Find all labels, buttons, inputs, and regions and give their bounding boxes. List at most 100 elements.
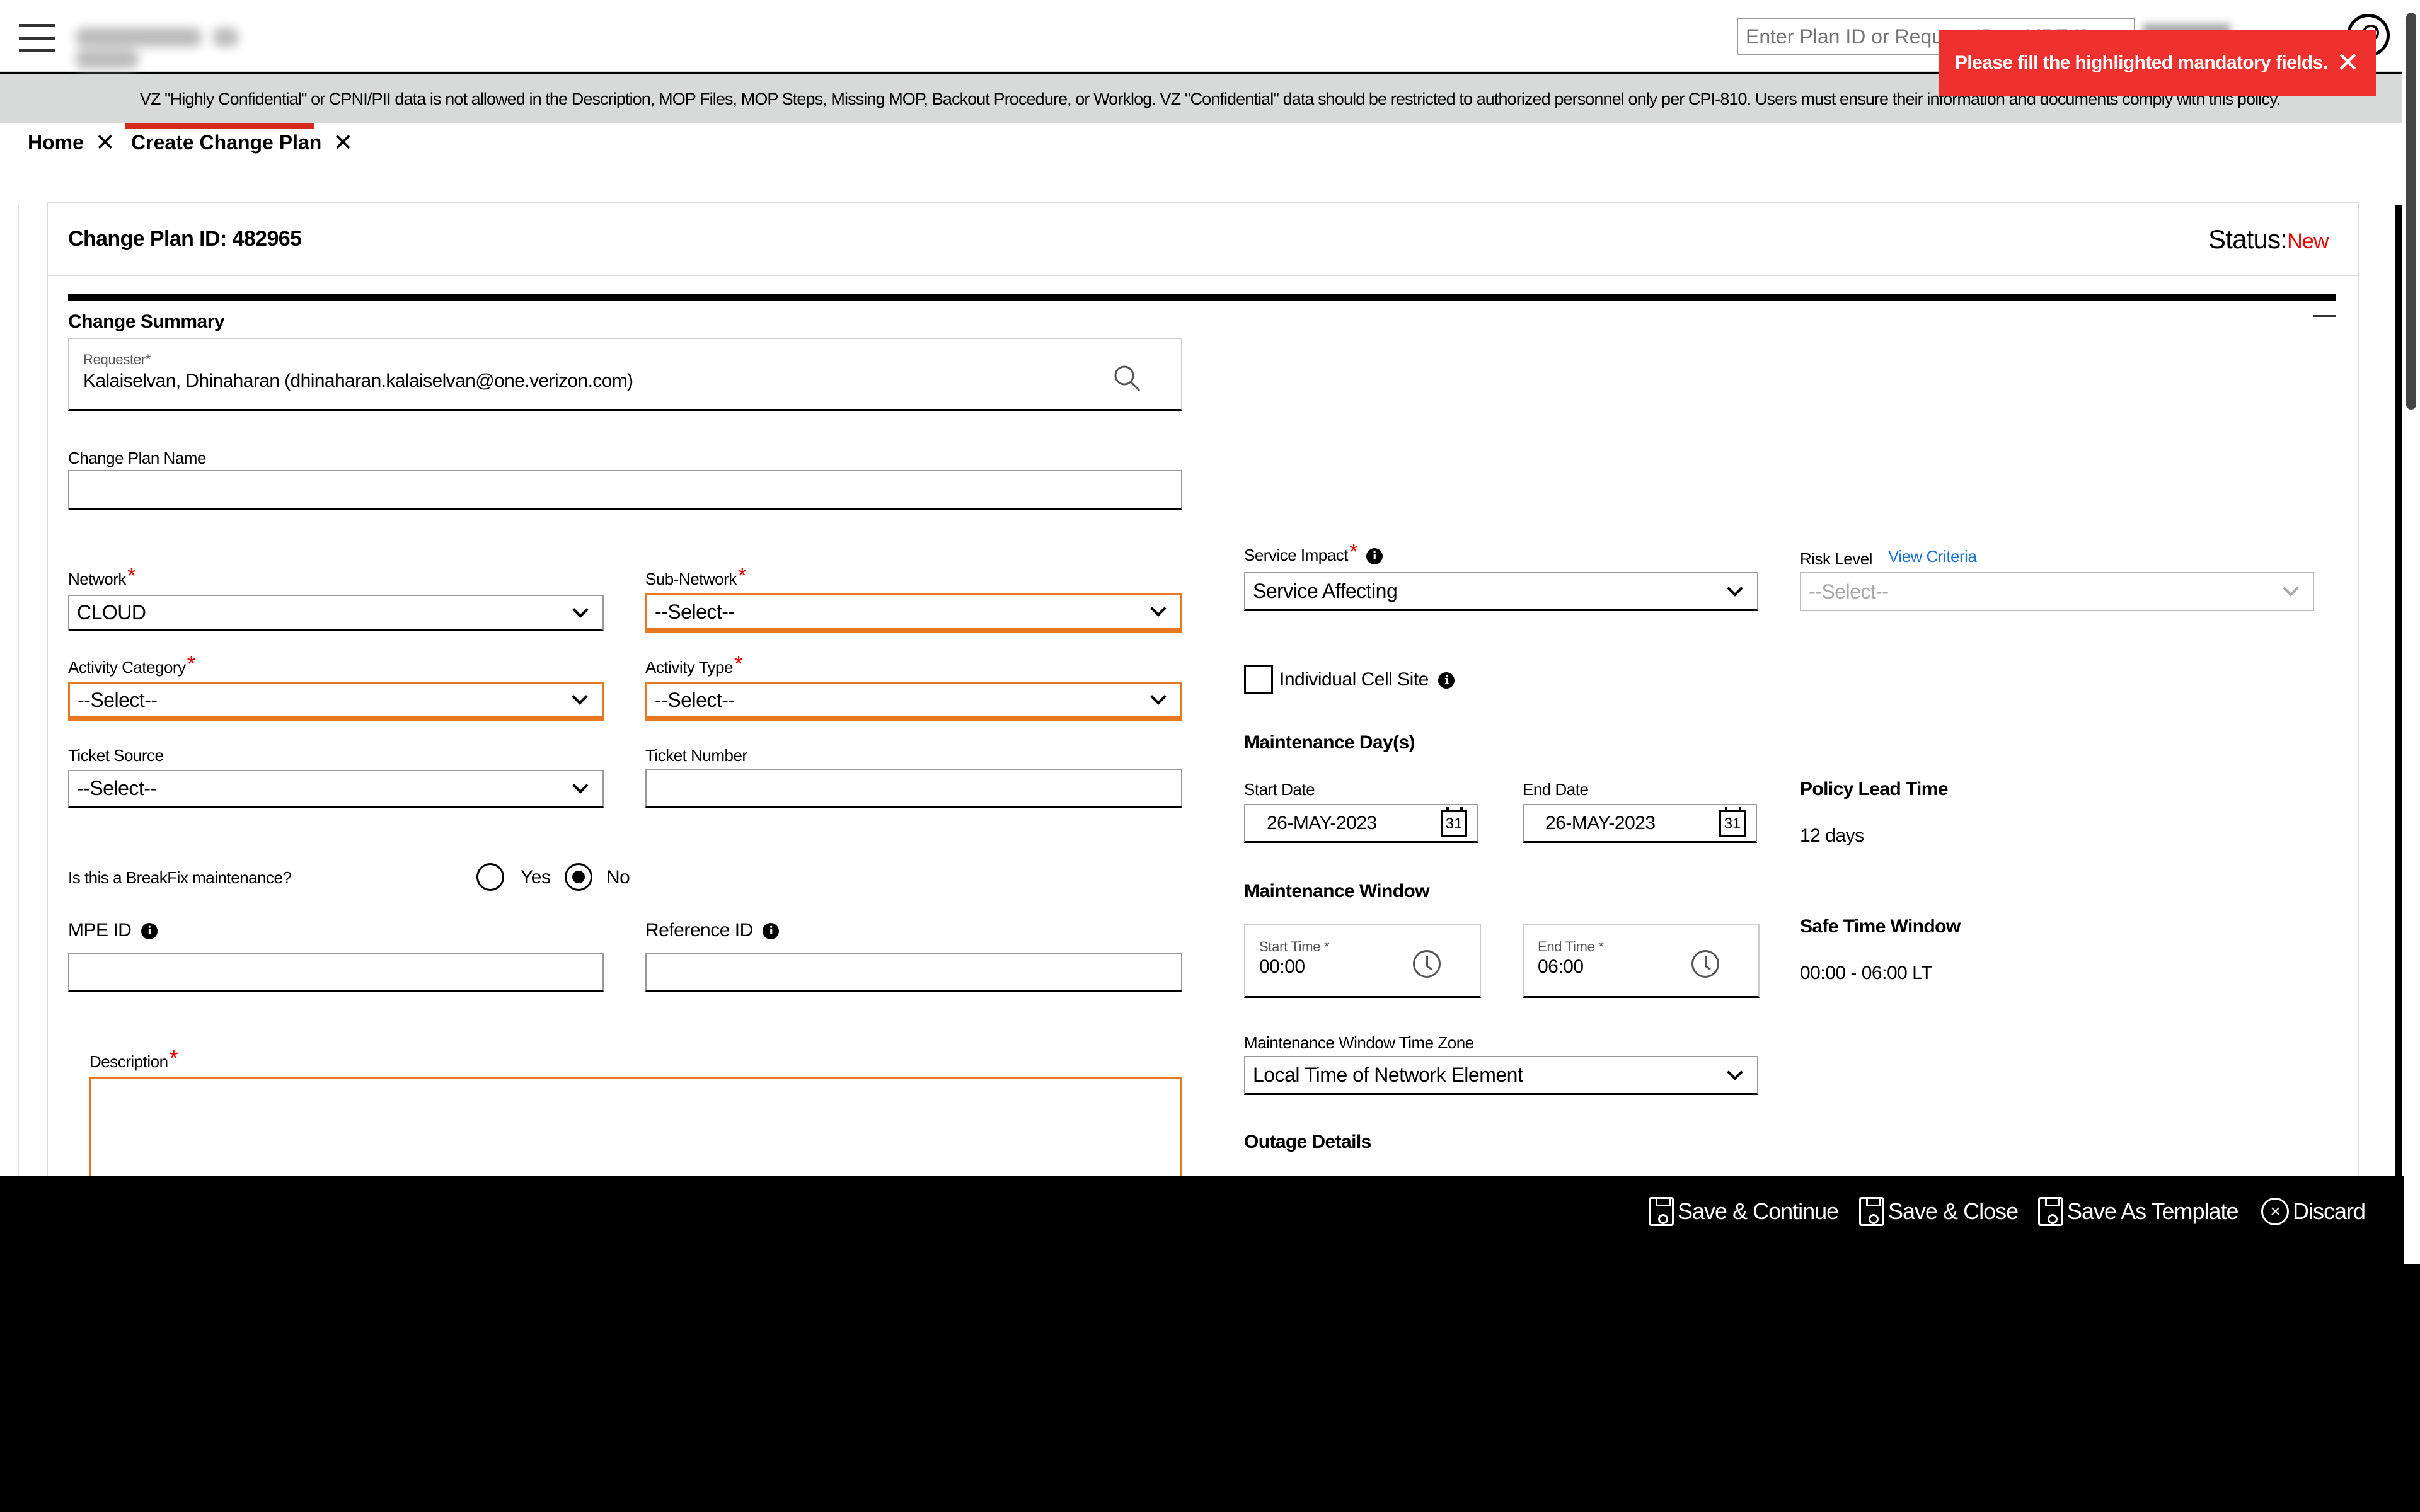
change-plan-name-input[interactable] xyxy=(68,470,1182,510)
save-close-button[interactable]: Save & Close xyxy=(1859,1193,2019,1230)
individual-cell-site-checkbox[interactable] xyxy=(1244,665,1273,694)
calendar-icon[interactable]: 31 xyxy=(1441,806,1467,837)
section-title-change-summary: Change Summary xyxy=(68,311,225,332)
activity-type-label: Activity Type* xyxy=(645,651,743,677)
sub-network-label: Sub-Network* xyxy=(645,563,747,589)
safe-time-window-title: Safe Time Window xyxy=(1800,916,1961,937)
close-icon[interactable]: ✕ xyxy=(333,129,353,157)
policy-lead-time-value: 12 days xyxy=(1800,825,1864,846)
breakfix-question: Is this a BreakFix maintenance? xyxy=(68,868,292,887)
section-divider xyxy=(68,294,2336,301)
start-time-input[interactable]: Start Time * 00:00 xyxy=(1244,924,1481,998)
mpe-id-label: MPE ID i xyxy=(68,920,158,941)
reference-id-label: Reference ID i xyxy=(645,920,780,941)
risk-level-label: Risk Level xyxy=(1800,549,1872,568)
active-tab-indicator xyxy=(125,123,314,129)
chevron-down-icon xyxy=(1150,689,1167,705)
calendar-icon[interactable]: 31 xyxy=(1719,806,1746,837)
activity-category-value: --Select-- xyxy=(78,688,158,711)
start-time-label: Start Time * xyxy=(1259,939,1330,954)
status-value: New xyxy=(2287,229,2329,253)
info-icon[interactable]: i xyxy=(763,923,780,940)
end-date-value: 26-MAY-2023 xyxy=(1545,812,1656,833)
activity-type-select[interactable]: --Select-- xyxy=(645,682,1182,721)
chevron-down-icon xyxy=(1150,600,1167,617)
breakfix-yes-radio[interactable] xyxy=(476,863,504,891)
sub-network-select[interactable]: --Select-- xyxy=(645,593,1182,633)
service-impact-value: Service Affecting xyxy=(1253,580,1398,602)
info-icon[interactable]: i xyxy=(1366,548,1383,565)
save-icon xyxy=(1649,1197,1674,1226)
save-continue-button[interactable]: Save & Continue xyxy=(1649,1193,1839,1230)
activity-category-select[interactable]: --Select-- xyxy=(68,682,604,721)
service-impact-select[interactable]: Service Affecting xyxy=(1244,572,1758,611)
clock-icon[interactable] xyxy=(1413,950,1441,978)
scrollbar-thumb[interactable] xyxy=(2406,13,2416,410)
breakfix-yes-label[interactable]: Yes xyxy=(521,867,551,888)
ticket-source-select[interactable]: --Select-- xyxy=(68,770,604,808)
safe-time-window-value: 00:00 - 06:00 LT xyxy=(1800,963,1932,983)
start-date-input[interactable]: 26-MAY-2023 31 xyxy=(1244,804,1478,843)
network-select[interactable]: CLOUD xyxy=(68,595,604,631)
ticket-source-value: --Select-- xyxy=(77,777,157,799)
chevron-down-icon xyxy=(572,689,588,705)
end-time-value: 06:00 xyxy=(1538,956,1584,977)
discard-icon: × xyxy=(2261,1198,2289,1225)
status-text: Status: xyxy=(2208,224,2288,254)
chevron-down-icon xyxy=(572,601,589,618)
network-label: Network* xyxy=(68,563,136,589)
policy-lead-time-title: Policy Lead Time xyxy=(1800,779,1949,799)
mpe-id-input[interactable] xyxy=(68,953,604,992)
info-icon[interactable]: i xyxy=(1438,672,1455,689)
activity-type-value: --Select-- xyxy=(655,688,735,711)
breakfix-no-radio[interactable] xyxy=(565,863,592,891)
chevron-down-icon xyxy=(1727,580,1743,597)
activity-category-label: Activity Category* xyxy=(68,651,196,677)
save-continue-label: Save & Continue xyxy=(1678,1198,1839,1224)
start-time-value: 00:00 xyxy=(1259,956,1305,977)
save-icon xyxy=(1859,1197,1884,1226)
tab-home-label[interactable]: Home xyxy=(28,131,84,154)
ticket-number-text[interactable] xyxy=(647,770,1181,809)
tab-home[interactable]: Home ✕ xyxy=(28,129,115,157)
brand-logo xyxy=(76,28,309,69)
end-date-input[interactable]: 26-MAY-2023 31 xyxy=(1523,804,1757,843)
description-textarea[interactable] xyxy=(89,1077,1182,1178)
tab-bar xyxy=(0,123,2420,205)
error-toast: Please fill the highlighted mandatory fi… xyxy=(1939,30,2376,96)
network-value: CLOUD xyxy=(77,601,146,624)
breakfix-no-label[interactable]: No xyxy=(606,867,630,888)
ticket-number-input[interactable] xyxy=(645,769,1182,809)
tab-create-change-plan-label[interactable]: Create Change Plan xyxy=(131,131,321,154)
time-zone-select[interactable]: Local Time of Network Element xyxy=(1244,1056,1758,1095)
close-icon[interactable]: ✕ xyxy=(95,129,115,157)
outage-details-title: Outage Details xyxy=(1244,1131,1371,1152)
save-close-label: Save & Close xyxy=(1888,1198,2019,1224)
requester-label: Requester* xyxy=(83,352,151,367)
save-as-template-label: Save As Template xyxy=(2067,1198,2239,1224)
risk-level-select[interactable]: --Select-- xyxy=(1800,572,2314,611)
app-root: ▇▇▇▇▇▇ ▇▇▇▇▇ VZ "Highly Confidential" or… xyxy=(0,0,2420,1512)
close-icon[interactable]: ✕ xyxy=(2336,49,2360,77)
collapse-icon[interactable] xyxy=(2313,315,2336,317)
end-time-input[interactable]: End Time * 06:00 xyxy=(1523,924,1760,998)
time-zone-value: Local Time of Network Element xyxy=(1253,1063,1523,1086)
toast-message: Please fill the highlighted mandatory fi… xyxy=(1955,52,2328,73)
reference-id-input[interactable] xyxy=(645,953,1182,992)
hamburger-icon[interactable] xyxy=(19,24,55,52)
search-icon[interactable] xyxy=(1112,363,1142,393)
change-plan-name-text[interactable] xyxy=(69,471,1181,510)
view-criteria-link[interactable]: View Criteria xyxy=(1888,547,1977,566)
clock-icon[interactable] xyxy=(1691,950,1719,978)
save-as-template-button[interactable]: Save As Template xyxy=(2038,1193,2239,1230)
requester-field[interactable]: Requester* Kalaiselvan, Dhinaharan (dhin… xyxy=(68,338,1182,411)
service-impact-label: Service Impact* i xyxy=(1244,541,1383,565)
ticket-number-label: Ticket Number xyxy=(645,746,747,765)
status-label: Status:New xyxy=(2208,224,2329,255)
tab-create-change-plan[interactable]: Create Change Plan ✕ xyxy=(131,129,353,157)
requester-value[interactable]: Kalaiselvan, Dhinaharan (dhinaharan.kala… xyxy=(83,370,633,392)
individual-cell-site-label: Individual Cell Site i xyxy=(1279,669,1455,690)
discard-button[interactable]: × Discard xyxy=(2261,1193,2366,1230)
risk-level-value: --Select-- xyxy=(1809,580,1889,603)
info-icon[interactable]: i xyxy=(141,923,158,940)
